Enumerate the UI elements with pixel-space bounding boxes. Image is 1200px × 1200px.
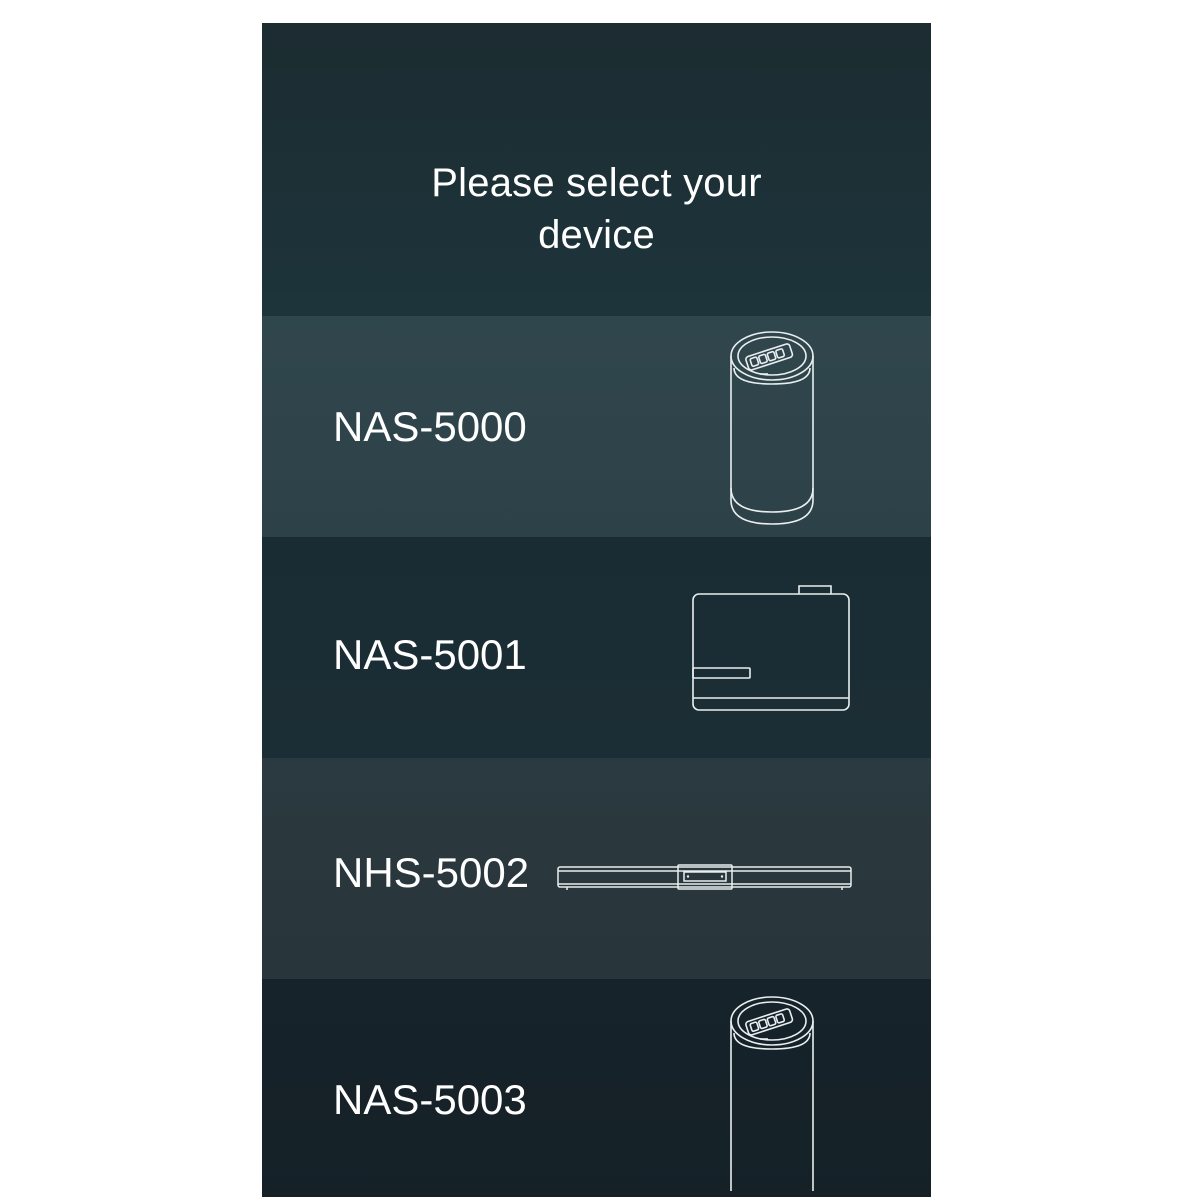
cylinder-nas-icon <box>730 996 814 1191</box>
device-row-nhs-5002[interactable]: NHS-5002 <box>262 758 931 979</box>
cylinder-nas-icon <box>730 331 814 525</box>
device-selection-screen: Please select your device NAS-5000 NAS-5… <box>262 23 931 1197</box>
device-label: NAS-5003 <box>333 1076 527 1123</box>
page-title-line-1: Please select your <box>431 161 762 205</box>
slim-bar-nas-icon <box>557 864 852 890</box>
device-label: NHS-5002 <box>333 849 530 896</box>
device-row-nas-5001[interactable]: NAS-5001 <box>262 537 931 758</box>
device-label: NAS-5000 <box>333 403 527 450</box>
header: Please select your device <box>262 23 931 316</box>
page-title: Please select your device <box>262 157 931 261</box>
box-nas-icon <box>692 585 850 711</box>
device-label: NAS-5001 <box>333 631 527 678</box>
device-row-nas-5003[interactable]: NAS-5003 <box>262 979 931 1197</box>
page-title-line-2: device <box>538 213 655 257</box>
device-row-nas-5000[interactable]: NAS-5000 <box>262 316 931 537</box>
